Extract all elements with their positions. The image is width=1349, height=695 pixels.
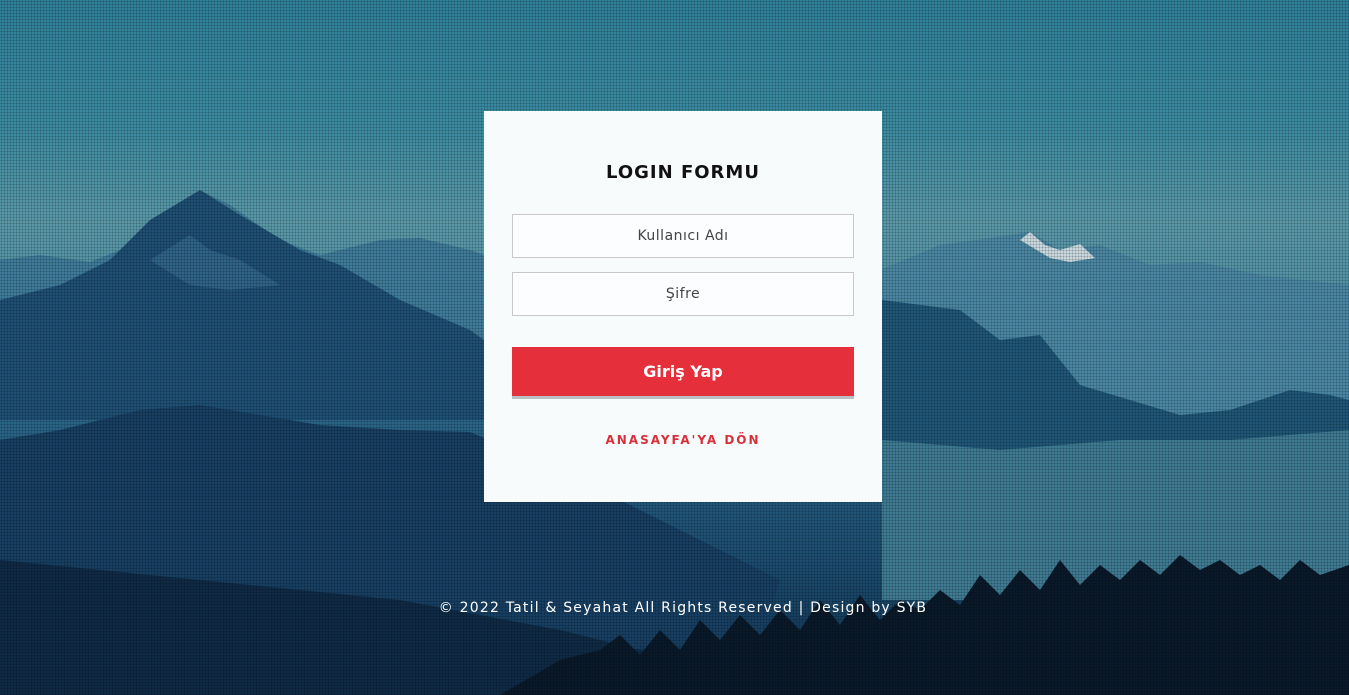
home-link[interactable]: ANASAYFA'YA DÖN <box>484 433 882 447</box>
username-input[interactable] <box>512 214 854 258</box>
login-title: LOGIN FORMU <box>606 162 760 183</box>
login-card: LOGIN FORMU Giriş Yap ANASAYFA'YA DÖN <box>484 111 882 502</box>
login-page: LOGIN FORMU Giriş Yap ANASAYFA'YA DÖN © … <box>0 0 1349 695</box>
footer-text: © 2022 Tatil & Seyahat All Rights Reserv… <box>438 600 928 616</box>
password-input[interactable] <box>512 272 854 316</box>
login-button[interactable]: Giriş Yap <box>512 347 854 399</box>
